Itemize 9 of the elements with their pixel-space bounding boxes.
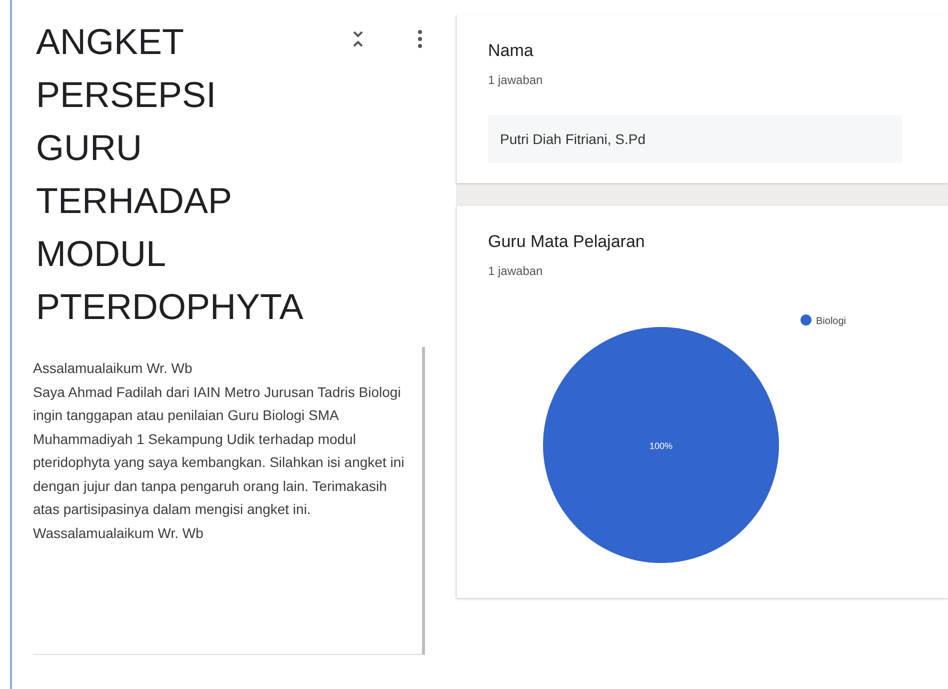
answer-text: Putri Diah Fitriani, S.Pd (488, 115, 902, 163)
legend-label: Biologi (816, 316, 846, 327)
data-label: 100% (649, 441, 673, 451)
question-title: Nama (488, 41, 534, 61)
question-title: Guru Mata Pelajaran (488, 232, 646, 252)
response-count: 1 jawaban (488, 73, 544, 87)
form-description: Assalamualaikum Wr. Wb Saya Ahmad Fadilah dari IAIN Metro Jurusan Tadris Biologi ingin tanggapan atau penilaian Guru Biologi SMA Muhammadiyah 1 Sekampung Udik terhadap modul pteridophyta yang saya kembangkan. Silahkan isi angket ini dengan jujur dan tanpa pengaruh orang lain. Terimakasih atas partisipasinya dalam mengisi angket ini. Wassalamualaikum Wr. Wb (33, 347, 425, 655)
form-title: ANGKET PERSEPSI GURU TERHADAP MODUL PTERDOPHYTA (36, 20, 304, 329)
response-count: 1 jawaban (488, 264, 544, 278)
